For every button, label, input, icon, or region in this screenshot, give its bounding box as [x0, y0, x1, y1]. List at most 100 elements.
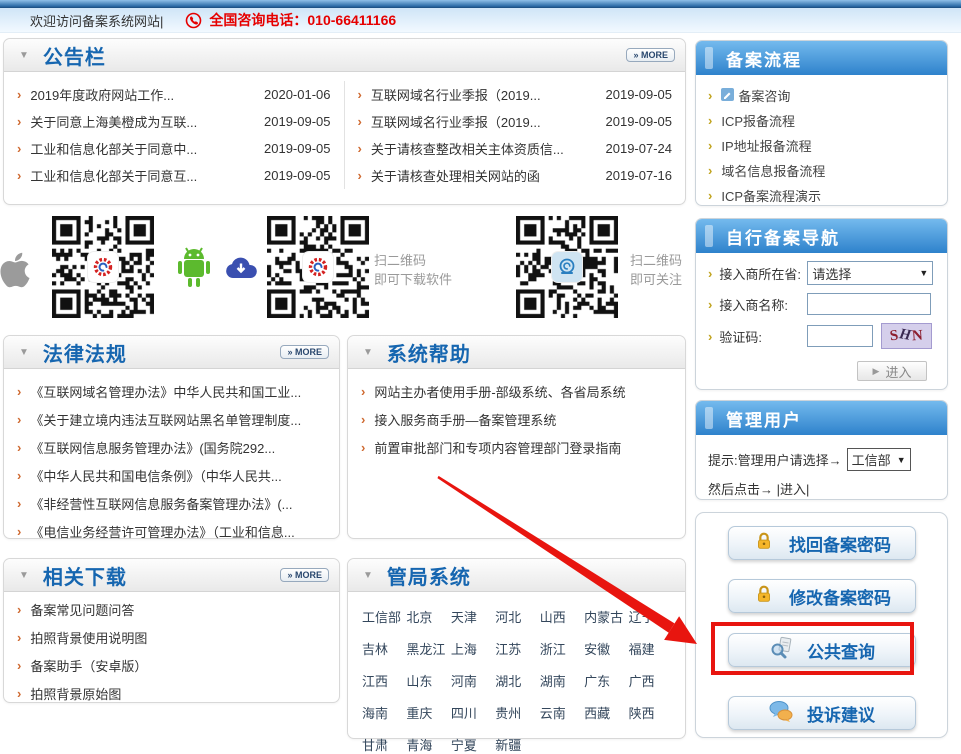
- bureau-link[interactable]: 新疆: [495, 735, 539, 754]
- announcement-row[interactable]: ›关于同意上海美橙成为互联...2019-09-05: [17, 108, 331, 135]
- chat-bubbles-icon: [769, 700, 793, 727]
- bureau-link[interactable]: 青海: [406, 735, 450, 754]
- panel-process: 备案流程 ›备案咨询 ›ICP报备流程 ›IP地址报备流程 ›域名信息报备流程 …: [695, 40, 948, 206]
- captcha-label: 验证码:: [719, 327, 807, 346]
- bureau-link[interactable]: 广东: [584, 671, 628, 690]
- bureau-link[interactable]: 甘肃: [362, 735, 406, 754]
- more-button[interactable]: » MORE: [626, 48, 675, 62]
- announcement-row[interactable]: ›关于请核查整改相关主体资质信...2019-07-24: [358, 135, 673, 162]
- announcement-row[interactable]: ›互联网域名行业季报（2019...2019-09-05: [358, 108, 673, 135]
- triangle-icon: ▼: [19, 50, 29, 61]
- list-item[interactable]: ›拍照背景原始图: [4, 679, 339, 707]
- list-item[interactable]: ›《互联网域名管理办法》中华人民共和国工业...: [4, 377, 339, 405]
- more-button[interactable]: » MORE: [280, 568, 329, 582]
- bureau-link[interactable]: 吉林: [362, 639, 406, 658]
- bureau-link[interactable]: 河北: [495, 607, 539, 626]
- list-item[interactable]: ›《电信业务经营许可管理办法》（工业和信息...: [4, 517, 339, 545]
- bureau-links-grid: 工信部北京天津河北山西内蒙古辽宁 吉林黑龙江上海江苏浙江安徽福建 江西山东河南湖…: [348, 592, 685, 754]
- announcement-row[interactable]: ›2019年度政府网站工作...2020-01-06: [17, 81, 331, 108]
- wechat-account-logo: [552, 252, 582, 282]
- list-item[interactable]: ›《关于建立境内违法互联网站黑名单管理制度...: [4, 405, 339, 433]
- lock-icon: [753, 583, 775, 610]
- bureau-link[interactable]: 浙江: [540, 639, 584, 658]
- captcha-image[interactable]: SHN: [881, 323, 932, 349]
- bureau-link[interactable]: 安徽: [584, 639, 628, 658]
- list-item[interactable]: ›前置审批部门和专项内容管理部门登录指南: [348, 433, 685, 461]
- list-item[interactable]: ›备案助手（安卓版）: [4, 651, 339, 679]
- list-item[interactable]: ›拍照背景使用说明图: [4, 623, 339, 651]
- qr-code-ios: [52, 216, 154, 318]
- list-item[interactable]: ›备案常见问题问答: [4, 595, 339, 623]
- arrow-bullet-icon: ›: [708, 113, 712, 128]
- bureau-link[interactable]: 福建: [629, 639, 673, 658]
- bureau-link[interactable]: 工信部: [362, 607, 406, 626]
- bureau-link[interactable]: 河南: [451, 671, 495, 690]
- welcome-bar: 欢迎访问备案系统网站| 全国咨询电话： 010-66411166: [0, 8, 961, 33]
- icp-logo: [88, 252, 118, 282]
- list-item[interactable]: ›接入服务商手册—备案管理系统: [348, 405, 685, 433]
- arrow-bullet-icon: ›: [708, 163, 712, 178]
- bureau-link[interactable]: 湖南: [540, 671, 584, 690]
- bureau-link[interactable]: 湖北: [495, 671, 539, 690]
- bureau-link[interactable]: 贵州: [495, 703, 539, 722]
- announcement-row[interactable]: ›工业和信息化部关于同意互...2019-09-05: [17, 162, 331, 189]
- arrow-bullet-icon: ›: [358, 114, 362, 129]
- captcha-input[interactable]: [807, 325, 873, 347]
- complaint-button[interactable]: 投诉建议: [728, 696, 916, 730]
- admin-enter-link[interactable]: |进入|: [777, 482, 810, 497]
- list-item[interactable]: ›IP地址报备流程: [696, 133, 947, 158]
- list-item[interactable]: ›ICP报备流程: [696, 108, 947, 133]
- isp-name-input[interactable]: [807, 293, 931, 315]
- bureau-link[interactable]: 天津: [451, 607, 495, 626]
- help-list: ›网站主办者使用手册-部级系统、各省局系统 ›接入服务商手册—备案管理系统 ›前…: [348, 369, 685, 461]
- bureau-link[interactable]: 西藏: [584, 703, 628, 722]
- list-item[interactable]: ›域名信息报备流程: [696, 158, 947, 183]
- announcement-list: ›2019年度政府网站工作...2020-01-06 ›关于同意上海美橙成为互联…: [4, 72, 685, 189]
- bureau-link[interactable]: 广西: [629, 671, 673, 690]
- bureau-link[interactable]: 内蒙古: [584, 607, 628, 626]
- arrow-bullet-icon: ›: [361, 440, 365, 455]
- android-icon: [176, 246, 212, 293]
- list-item[interactable]: ›《中华人民共和国电信条例》（中华人民共...: [4, 461, 339, 489]
- more-button[interactable]: » MORE: [280, 345, 329, 359]
- bureau-link[interactable]: 宁夏: [451, 735, 495, 754]
- isp-label: 接入商名称:: [719, 295, 807, 314]
- announcement-row[interactable]: ›关于请核查处理相关网站的函2019-07-16: [358, 162, 673, 189]
- public-query-button[interactable]: 公共查询: [728, 633, 916, 667]
- bureau-link[interactable]: 重庆: [406, 703, 450, 722]
- bureau-link[interactable]: 辽宁: [629, 607, 673, 626]
- arrow-bullet-icon: ›: [708, 138, 712, 153]
- bureau-link[interactable]: 陕西: [629, 703, 673, 722]
- bureau-link[interactable]: 北京: [406, 607, 450, 626]
- arrow-bullet-icon: ›: [708, 88, 712, 103]
- bureau-link[interactable]: 江苏: [495, 639, 539, 658]
- announcement-row[interactable]: ›互联网域名行业季报（2019...2019-09-05: [358, 81, 673, 108]
- arrow-bullet-icon: ›: [708, 266, 712, 281]
- enter-button[interactable]: ▶ 进入: [857, 361, 927, 381]
- panel-title: 系统帮助: [387, 338, 471, 367]
- bureau-link[interactable]: 山西: [540, 607, 584, 626]
- list-item[interactable]: ›《互联网信息服务管理办法》(国务院292...: [4, 433, 339, 461]
- bureau-link[interactable]: 四川: [451, 703, 495, 722]
- arrow-bullet-icon: ›: [17, 141, 21, 156]
- bureau-link[interactable]: 云南: [540, 703, 584, 722]
- bureau-link[interactable]: 江西: [362, 671, 406, 690]
- panel-downloads: ▼ 相关下载 » MORE ›备案常见问题问答 ›拍照背景使用说明图 ›备案助手…: [3, 558, 340, 703]
- bureau-link[interactable]: 上海: [451, 639, 495, 658]
- panel-announcements-header: ▼ 公告栏 » MORE: [4, 39, 685, 72]
- chevron-down-icon: ▼: [897, 455, 906, 465]
- arrow-bullet-icon: ›: [17, 168, 21, 183]
- province-select[interactable]: 请选择▼: [807, 261, 933, 285]
- list-item[interactable]: ›《非经营性互联网信息服务备案管理办法》(...: [4, 489, 339, 517]
- change-password-button[interactable]: 修改备案密码: [728, 579, 916, 613]
- list-item[interactable]: ›ICP备案流程演示: [696, 183, 947, 208]
- list-item[interactable]: ›备案咨询: [696, 83, 947, 108]
- list-item[interactable]: ›网站主办者使用手册-部级系统、各省局系统: [348, 377, 685, 405]
- announcement-row[interactable]: ›工业和信息化部关于同意中...2019-09-05: [17, 135, 331, 162]
- admin-select[interactable]: 工信部▼: [847, 448, 911, 471]
- bureau-link[interactable]: 山东: [406, 671, 450, 690]
- bureau-link[interactable]: 海南: [362, 703, 406, 722]
- find-password-button[interactable]: 找回备案密码: [728, 526, 916, 560]
- bureau-link[interactable]: 黑龙江: [406, 639, 450, 658]
- top-gradient-strip: [0, 0, 961, 8]
